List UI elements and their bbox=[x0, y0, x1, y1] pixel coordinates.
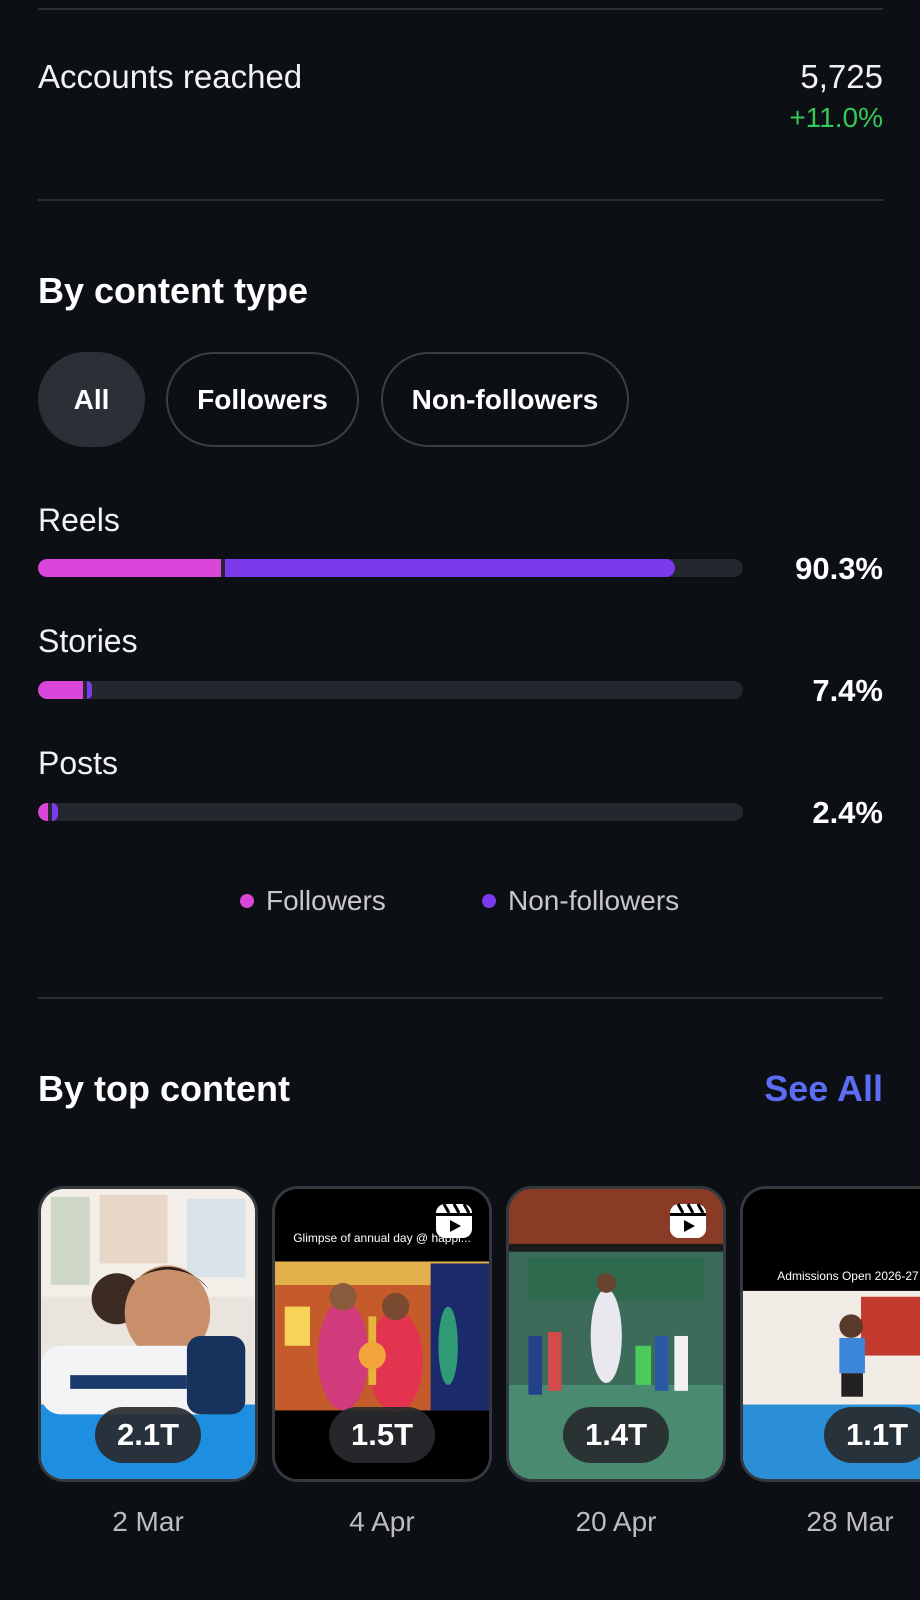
see-all-link[interactable]: See All bbox=[764, 1068, 883, 1110]
card-date: 2 Mar bbox=[112, 1506, 184, 1537]
top-content-card[interactable]: Admissions Open 2026-27 1.1T bbox=[740, 1186, 920, 1482]
legend-followers-label: Followers bbox=[266, 885, 386, 916]
reels-label: Reels bbox=[38, 502, 120, 538]
filter-chip-non-followers[interactable]: Non-followers bbox=[381, 352, 629, 447]
filter-chip-all[interactable]: All bbox=[38, 352, 145, 447]
top-content-title: By top content bbox=[38, 1068, 290, 1109]
filter-chip-followers[interactable]: Followers bbox=[166, 352, 359, 447]
overlay-caption: Admissions Open 2026-27 bbox=[777, 1269, 919, 1283]
stories-bar bbox=[38, 681, 743, 699]
view-count: 1.4T bbox=[562, 1407, 670, 1463]
top-content-card[interactable]: 1.4T bbox=[506, 1186, 726, 1482]
legend-non-followers: Non-followers bbox=[482, 885, 679, 917]
posts-followers-segment bbox=[38, 803, 48, 821]
reels-bar bbox=[38, 559, 743, 577]
reels-followers-segment bbox=[38, 559, 222, 577]
reels-non-followers-segment bbox=[225, 559, 675, 577]
top-divider bbox=[38, 8, 883, 10]
insights-page: Accounts reached 5,725 +11.0% By content… bbox=[0, 0, 920, 1600]
card-date: 20 Apr bbox=[575, 1506, 657, 1537]
card-date: 28 Mar bbox=[806, 1506, 894, 1537]
accounts-reached-value: 5,725 bbox=[800, 58, 883, 95]
reach-divider bbox=[38, 199, 883, 201]
posts-label: Posts bbox=[38, 745, 119, 781]
accounts-reached-label: Accounts reached bbox=[38, 58, 303, 95]
view-count: 1.1T bbox=[823, 1407, 920, 1463]
view-count: 1.5T bbox=[328, 1407, 436, 1463]
reels-icon bbox=[436, 1203, 472, 1238]
stories-non-followers-segment bbox=[87, 681, 93, 699]
posts-percent: 2.4% bbox=[812, 795, 883, 830]
stories-percent: 7.4% bbox=[812, 673, 883, 708]
legend-followers: Followers bbox=[240, 885, 386, 917]
content-type-divider bbox=[38, 997, 883, 999]
content-type-title: By content type bbox=[38, 270, 309, 311]
reels-percent: 90.3% bbox=[795, 551, 883, 586]
stories-label: Stories bbox=[38, 623, 138, 659]
legend-non-followers-label: Non-followers bbox=[508, 885, 680, 916]
posts-non-followers-segment bbox=[51, 803, 58, 821]
card-date: 4 Apr bbox=[349, 1506, 415, 1537]
view-count: 2.1T bbox=[94, 1407, 202, 1463]
non-followers-dot-icon bbox=[482, 894, 496, 908]
stories-followers-segment bbox=[38, 681, 84, 699]
followers-dot-icon bbox=[240, 894, 254, 908]
top-content-card[interactable]: Glimpse of annual day @ happi... 1.5T bbox=[272, 1186, 492, 1482]
accounts-reached-change: +11.0% bbox=[789, 102, 883, 133]
top-content-card[interactable]: 2.1T bbox=[38, 1186, 258, 1482]
reels-icon bbox=[670, 1203, 706, 1238]
posts-bar bbox=[38, 803, 743, 821]
